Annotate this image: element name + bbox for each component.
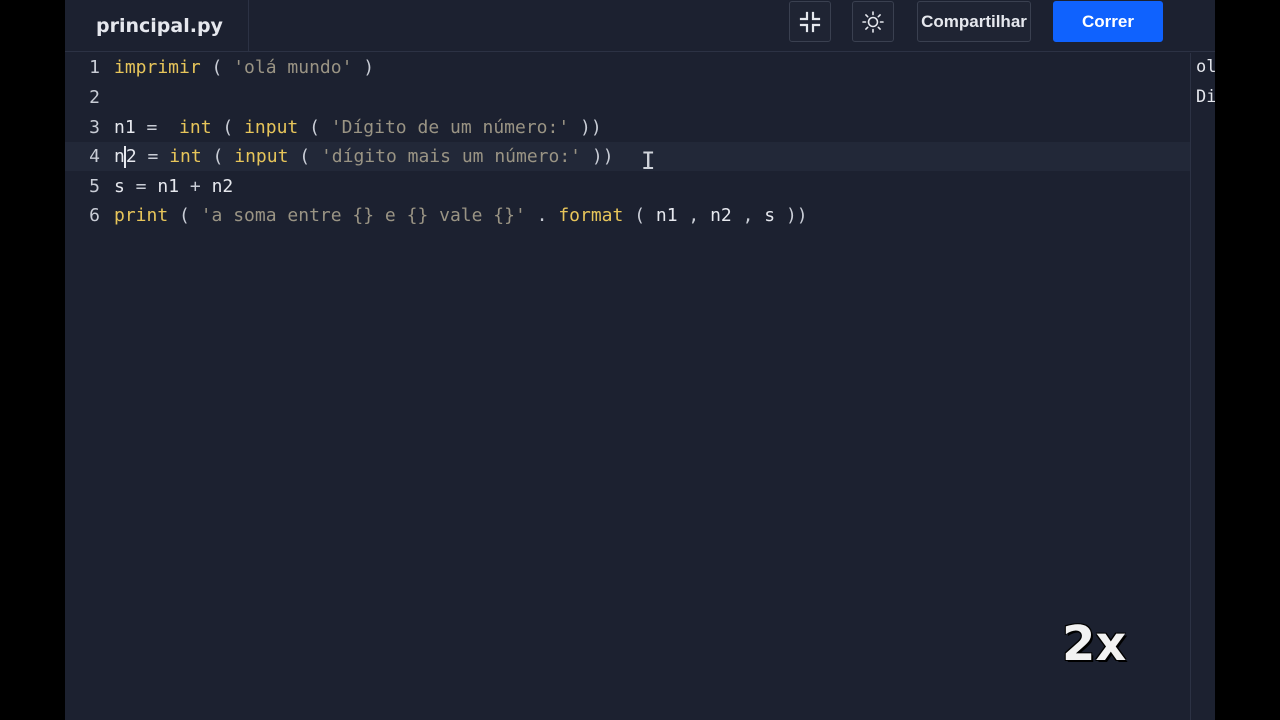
editor-app: principal.py Compartilhar Correr 1 imprim… xyxy=(65,0,1215,720)
code-token: ( xyxy=(211,117,245,138)
code-token: ( xyxy=(200,57,234,78)
line-number: 4 xyxy=(89,146,100,167)
code-token: n1 xyxy=(157,176,180,197)
mouse-ibeam-cursor: I xyxy=(641,147,656,175)
code-line[interactable]: 1 imprimir ( 'olá mundo' ) xyxy=(65,53,1190,82)
line-number: 2 xyxy=(89,87,100,108)
line-number: 1 xyxy=(89,57,100,78)
code-token: input xyxy=(244,117,299,138)
code-token: , xyxy=(731,205,765,226)
top-bar: principal.py Compartilhar Correr xyxy=(65,0,1215,52)
panel-divider[interactable] xyxy=(1190,53,1191,720)
code-token: 'olá mundo' xyxy=(233,57,353,78)
code-token: ( xyxy=(623,205,656,226)
code-line[interactable]: 2 xyxy=(65,83,1190,112)
collapse-button[interactable] xyxy=(789,1,831,42)
code-text[interactable]: s = n1 + n2 xyxy=(114,176,233,197)
code-editor[interactable]: 1 imprimir ( 'olá mundo' ) 2 3 n1 = int ( in… xyxy=(65,53,1190,720)
code-token: + xyxy=(179,176,212,197)
code-token: ( xyxy=(298,117,331,138)
theme-toggle-button[interactable] xyxy=(852,1,894,42)
code-line[interactable]: 3 n1 = int ( input ( 'Dígito de um número… xyxy=(65,113,1190,142)
line-number: 3 xyxy=(89,117,100,138)
code-text[interactable]: imprimir ( 'olá mundo' ) xyxy=(114,57,374,78)
code-token: 'dígito mais um número:' xyxy=(320,145,582,167)
code-token: s xyxy=(764,205,776,226)
line-number: 5 xyxy=(89,176,100,197)
code-token: , xyxy=(677,205,711,226)
share-button[interactable]: Compartilhar xyxy=(917,1,1031,42)
file-tab-label: principal.py xyxy=(96,15,223,37)
code-token: n2 xyxy=(114,145,137,168)
text-cursor xyxy=(123,145,126,168)
code-text[interactable]: n2 = int ( input ( 'dígito mais um númer… xyxy=(114,145,614,168)
code-token: )) xyxy=(581,145,614,167)
code-token: format xyxy=(558,205,624,226)
code-token: ( xyxy=(168,205,201,226)
code-token: int xyxy=(179,117,212,138)
code-line[interactable]: 6 print ( 'a soma entre {} e {} vale {}' … xyxy=(65,201,1190,230)
code-token: 'Dígito de um número:' xyxy=(330,117,570,138)
code-token: print xyxy=(114,205,169,226)
code-token: int xyxy=(169,145,202,167)
code-line[interactable]: 4 n2 = int ( input ( 'dígito mais um núme… xyxy=(65,142,1190,171)
output-line: ol xyxy=(1196,57,1215,77)
code-token: n2 xyxy=(211,176,234,197)
code-text[interactable]: print ( 'a soma entre {} e {} vale {}' .… xyxy=(114,205,808,226)
code-token: ) xyxy=(352,57,375,78)
run-button-label: Correr xyxy=(1082,11,1134,31)
code-token: = xyxy=(135,117,180,138)
output-panel: ol Di xyxy=(1196,53,1215,720)
collapse-icon xyxy=(799,11,821,32)
share-button-label: Compartilhar xyxy=(921,11,1027,31)
run-button[interactable]: Correr xyxy=(1053,1,1163,42)
code-token: s xyxy=(114,176,125,197)
code-token: n1 xyxy=(114,117,136,138)
line-number: 6 xyxy=(89,205,100,226)
code-line[interactable]: 5s = n1 + n2 xyxy=(65,172,1190,201)
code-token: = xyxy=(136,145,170,167)
code-token: imprimir xyxy=(114,57,201,78)
code-token: ( xyxy=(288,145,321,167)
code-text[interactable]: n1 = int ( input ( 'Dígito de um número:… xyxy=(114,117,602,138)
code-token: n2 xyxy=(710,205,732,226)
code-token: )) xyxy=(775,205,808,226)
output-line: Di xyxy=(1196,87,1215,107)
code-token: . xyxy=(525,205,559,226)
code-token: ( xyxy=(201,145,235,167)
code-token: )) xyxy=(569,117,602,138)
code-token: 'a soma entre {} e {} vale {}' xyxy=(200,205,526,226)
sun-icon xyxy=(862,10,884,33)
code-token: input xyxy=(234,145,289,167)
file-tab[interactable]: principal.py xyxy=(65,0,249,52)
code-token: = xyxy=(124,176,158,197)
code-token: n1 xyxy=(655,205,678,226)
playback-speed-label: 2x xyxy=(1062,616,1127,672)
